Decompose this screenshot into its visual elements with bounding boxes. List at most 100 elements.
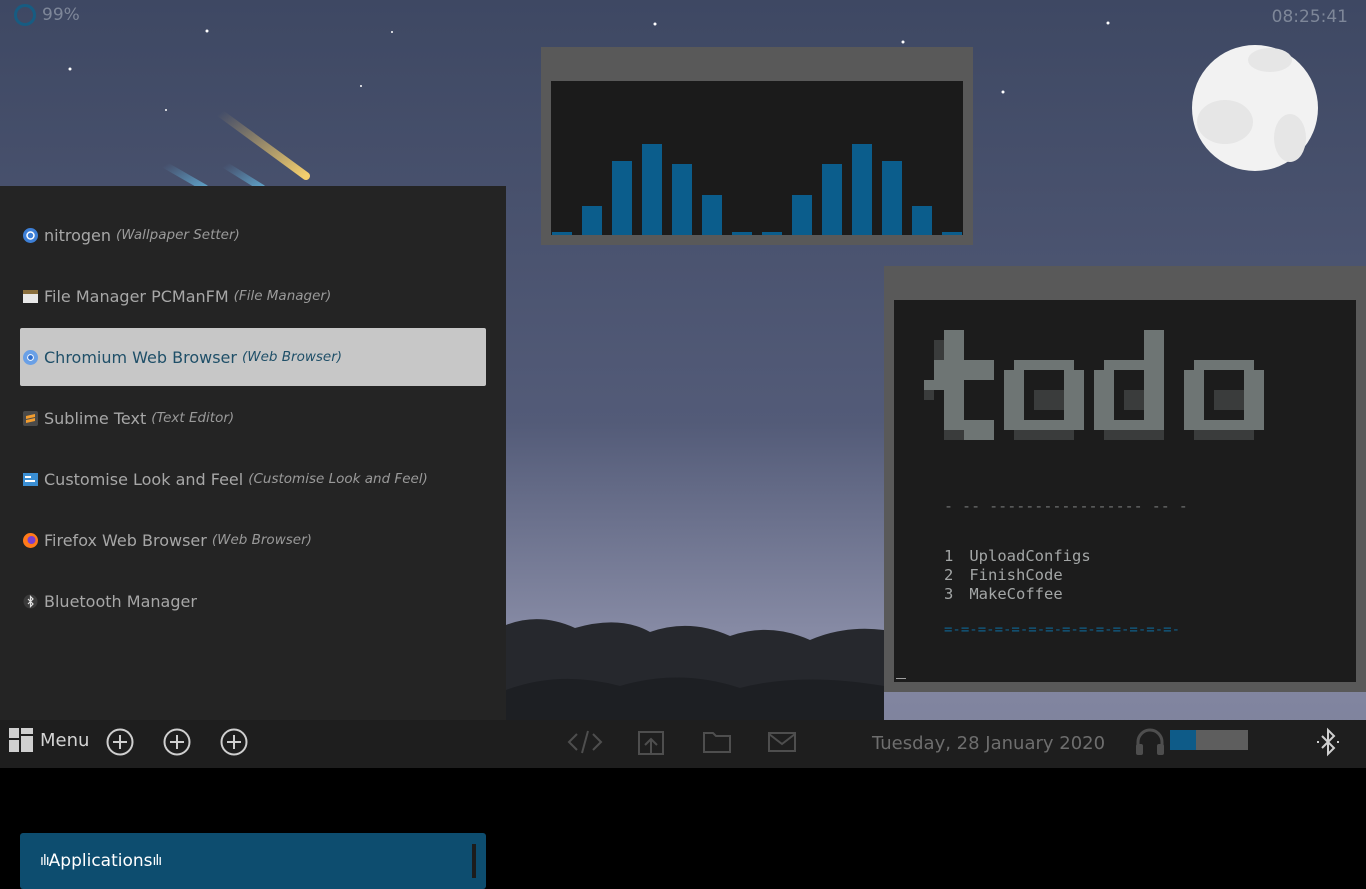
bluetooth-icon	[22, 593, 39, 610]
visualizer-bar	[762, 232, 782, 235]
banner-block	[1014, 430, 1074, 440]
todo-footer: =-=-=-=-=-=-=-=-=-=-=-=-=-=-	[944, 622, 1181, 638]
menu-item-label: Chromium Web Browser	[44, 347, 237, 367]
add-launcher-button-1[interactable]	[105, 727, 135, 757]
banner-block	[964, 420, 994, 440]
menu-item-description: (Text Editor)	[151, 410, 235, 426]
menu-item-label: Customise Look and Feel	[44, 469, 244, 489]
visualizer-bar	[612, 161, 632, 235]
visualizer-bar	[912, 206, 932, 235]
todo-item-text: UploadConfigs	[969, 547, 1091, 565]
banner-block	[1214, 390, 1244, 410]
visualizer-bars	[552, 144, 962, 235]
menu-item-nitrogen[interactable]: nitrogen (Wallpaper Setter)	[20, 206, 486, 264]
add-launcher-button-3[interactable]	[219, 727, 249, 757]
banner-block	[1144, 330, 1164, 430]
terminal-body[interactable]: - -- ----------------- -- - 1 UploadConfi…	[894, 300, 1356, 682]
banner-block	[1194, 430, 1254, 440]
taskbar: Menu Tuesday, 28 January 2020	[0, 720, 1366, 768]
nitrogen-icon	[22, 227, 39, 244]
todo-item: 1 UploadConfigs	[944, 547, 1091, 566]
visualizer-bar	[942, 232, 962, 235]
chromium-icon	[22, 349, 39, 366]
code-icon[interactable]	[567, 727, 603, 757]
menu-label: Menu	[40, 729, 90, 751]
todo-terminal-window[interactable]: - -- ----------------- -- - 1 UploadConfi…	[884, 266, 1366, 692]
todo-item: 2 FinishCode	[944, 566, 1091, 585]
visualizer-bar	[552, 232, 572, 235]
menu-button[interactable]: Menu	[8, 727, 89, 753]
todo-banner	[924, 330, 1264, 440]
menu-item-description: (File Manager)	[233, 288, 332, 304]
menu-item-bluetooth-manager[interactable]: Bluetooth Manager	[20, 572, 486, 630]
todo-separator: - -- ----------------- -- -	[944, 497, 1188, 515]
visualizer-bar	[792, 195, 812, 235]
moon	[1192, 45, 1318, 171]
bluetooth-icon[interactable]	[1314, 727, 1342, 757]
text-cursor	[472, 844, 476, 878]
banner-block	[1194, 420, 1254, 430]
banner-block	[1194, 360, 1254, 370]
banner-block	[1104, 360, 1154, 370]
banner-block	[1034, 390, 1064, 410]
menu-item-chromium-web-browser[interactable]: Chromium Web Browser (Web Browser)	[20, 328, 486, 386]
visualizer-bar	[582, 206, 602, 235]
visualizer-canvas	[551, 81, 963, 235]
cpu-ring-icon	[14, 4, 36, 26]
menu-item-file-manager-pcmanfm[interactable]: File Manager PCManFM (File Manager)	[20, 267, 486, 325]
todo-item-number: 2	[944, 566, 954, 584]
menu-item-label: Firefox Web Browser	[44, 530, 207, 550]
file-manager-icon	[22, 288, 39, 305]
banner-block	[934, 360, 994, 380]
firefox-icon	[22, 532, 39, 549]
menu-item-sublime-text[interactable]: Sublime Text (Text Editor)	[20, 389, 486, 447]
todo-item-text: MakeCoffee	[969, 585, 1063, 603]
visualizer-bar	[642, 144, 662, 235]
menu-item-label: Bluetooth Manager	[44, 591, 197, 611]
taskbar-date: Tuesday, 28 January 2020	[872, 733, 1106, 754]
cpu-indicator: 99%	[14, 4, 80, 26]
volume-fill	[1170, 730, 1196, 750]
menu-item-customise-look-and-feel[interactable]: Customise Look and Feel (Customise Look a…	[20, 450, 486, 508]
banner-block	[1014, 420, 1074, 430]
upload-icon[interactable]	[636, 727, 666, 757]
banner-block	[1104, 420, 1154, 430]
menu-item-description: (Wallpaper Setter)	[116, 227, 240, 243]
appearance-icon	[22, 471, 39, 488]
banner-block	[1014, 360, 1074, 370]
visualizer-bar	[822, 164, 842, 235]
visualizer-bar	[882, 161, 902, 235]
menu-item-description: (Customise Look and Feel)	[248, 471, 428, 487]
headphones-icon[interactable]	[1134, 727, 1166, 757]
todo-list: 1 UploadConfigs 2 FinishCode 3 MakeCoffee	[944, 547, 1091, 604]
todo-item-number: 1	[944, 547, 954, 565]
audio-wave-right-icon: ılı	[152, 853, 163, 869]
todo-item-text: FinishCode	[969, 566, 1063, 584]
visualizer-window[interactable]	[541, 47, 973, 245]
todo-item: 3 MakeCoffee	[944, 585, 1091, 604]
menu-item-label: Sublime Text	[44, 408, 147, 428]
visualizer-bar	[852, 144, 872, 235]
visualizer-bar	[672, 164, 692, 235]
folder-icon[interactable]	[701, 727, 733, 757]
menu-item-firefox-web-browser[interactable]: Firefox Web Browser (Web Browser)	[20, 511, 486, 569]
menu-item-label: File Manager PCManFM	[44, 286, 229, 306]
add-launcher-button-2[interactable]	[162, 727, 192, 757]
menu-item-description: (Web Browser)	[241, 349, 343, 365]
visualizer-bar	[732, 232, 752, 235]
todo-item-number: 3	[944, 585, 954, 603]
menu-grid-icon	[9, 728, 33, 752]
banner-block	[924, 380, 944, 390]
volume-slider[interactable]	[1170, 730, 1248, 750]
audio-wave-left-icon: ılı	[40, 853, 50, 869]
sublime-icon	[22, 410, 39, 427]
mail-icon[interactable]	[766, 727, 798, 757]
applications-search-bar[interactable]: ılı Applications ılı	[20, 833, 486, 889]
banner-block	[1104, 430, 1164, 440]
app-menu-panel: ılı Applications ılı nitrogen (Wallpaper …	[0, 186, 506, 889]
top-clock: 08:25:41	[1271, 7, 1348, 27]
applications-label: Applications	[48, 851, 153, 871]
menu-item-label: nitrogen	[44, 225, 112, 245]
menu-item-description: (Web Browser)	[211, 532, 312, 548]
visualizer-bar	[702, 195, 722, 235]
